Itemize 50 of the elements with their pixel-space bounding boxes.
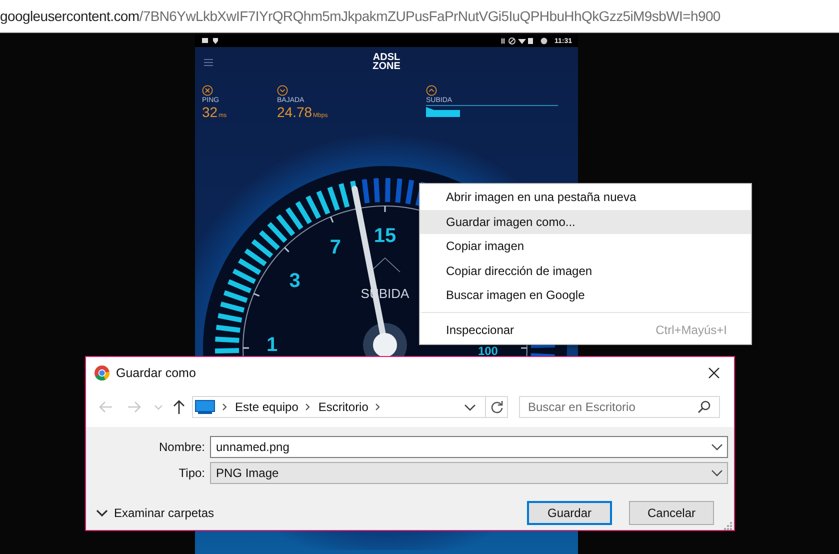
cancel-button[interactable]: Cancelar bbox=[629, 501, 714, 525]
arrow-left-icon bbox=[98, 399, 114, 415]
menu-item[interactable]: Copiar dirección de imagen bbox=[420, 258, 751, 283]
gauge-scale-label: 15 bbox=[374, 225, 396, 247]
stat-value: 32 bbox=[202, 104, 218, 120]
logo-text: ZONE bbox=[372, 62, 400, 71]
menu-item[interactable]: Buscar imagen en Google bbox=[420, 283, 751, 308]
gauge-scale-label: 7 bbox=[330, 236, 342, 258]
menu-item[interactable]: Copiar imagen bbox=[420, 234, 751, 258]
stat-value: 24.78 bbox=[277, 104, 312, 120]
address-breadcrumb[interactable]: Este equipo Escritorio bbox=[192, 396, 508, 418]
computer-icon bbox=[195, 400, 215, 414]
browser-logo-icon bbox=[94, 365, 110, 381]
menu-item[interactable]: Abrir imagen en una pestaña nueva bbox=[420, 185, 751, 210]
menu-item[interactable]: Inspeccionar Ctrl+Mayús+I bbox=[420, 318, 751, 342]
ping-icon bbox=[202, 85, 213, 96]
gauge-scale-label: 3 bbox=[289, 270, 300, 292]
resize-grip-icon[interactable] bbox=[724, 522, 732, 530]
breadcrumb-item[interactable]: Escritorio bbox=[318, 400, 368, 414]
download-icon bbox=[277, 85, 288, 96]
chevron-icon bbox=[96, 509, 108, 517]
gauge-scale-label: 100 bbox=[478, 344, 498, 358]
close-icon bbox=[708, 367, 720, 379]
notification-icons bbox=[201, 37, 221, 45]
search-icon bbox=[697, 400, 711, 414]
dropdown-icon[interactable] bbox=[463, 402, 477, 412]
file-type-select[interactable]: PNG Image bbox=[210, 462, 728, 484]
file-name-field[interactable]: unnamed.png bbox=[210, 436, 728, 458]
arrow-up-icon bbox=[171, 399, 187, 415]
dialog-title: Guardar como bbox=[116, 366, 196, 380]
up-button[interactable] bbox=[171, 399, 187, 415]
field-label: Tipo: bbox=[178, 466, 205, 480]
search-field[interactable]: Buscar en Escritorio bbox=[528, 400, 697, 414]
menu-item[interactable]: Guardar imagen como... bbox=[420, 210, 751, 234]
gauge-scale-label: 1 bbox=[266, 334, 278, 356]
address-bar[interactable]: googleusercontent.com/7BN6YwLkbXwIF7IYrQRQhm5mJkpakmZUPusFaPrNutVGi5IuQPHbuHhQkGzz5iM9sbWI=h900 bbox=[0, 0, 839, 33]
dropdown-icon bbox=[711, 443, 723, 451]
menu-icon[interactable] bbox=[204, 59, 213, 66]
breadcrumb-item[interactable]: Este equipo bbox=[235, 400, 298, 414]
search-box[interactable]: Buscar en Escritorio bbox=[519, 396, 720, 418]
save-button[interactable]: Guardar bbox=[527, 501, 612, 525]
dropdown-icon bbox=[711, 469, 723, 477]
field-label: Nombre: bbox=[158, 440, 205, 454]
refresh-icon bbox=[490, 400, 504, 414]
browse-folders-toggle[interactable]: Examinar carpetas bbox=[96, 506, 214, 520]
url-host: googleusercontent.com bbox=[0, 8, 140, 24]
logo-text: ADSL bbox=[372, 53, 400, 62]
url-path: /7BN6YwLkbXwIF7IYrQRQhm5mJkpakmZUPusFaPrNutVGi5IuQPHbuHhQkGzz5iM9sbWI=h900 bbox=[139, 8, 720, 24]
upload-icon bbox=[426, 85, 437, 96]
arrow-right-icon bbox=[126, 399, 142, 415]
